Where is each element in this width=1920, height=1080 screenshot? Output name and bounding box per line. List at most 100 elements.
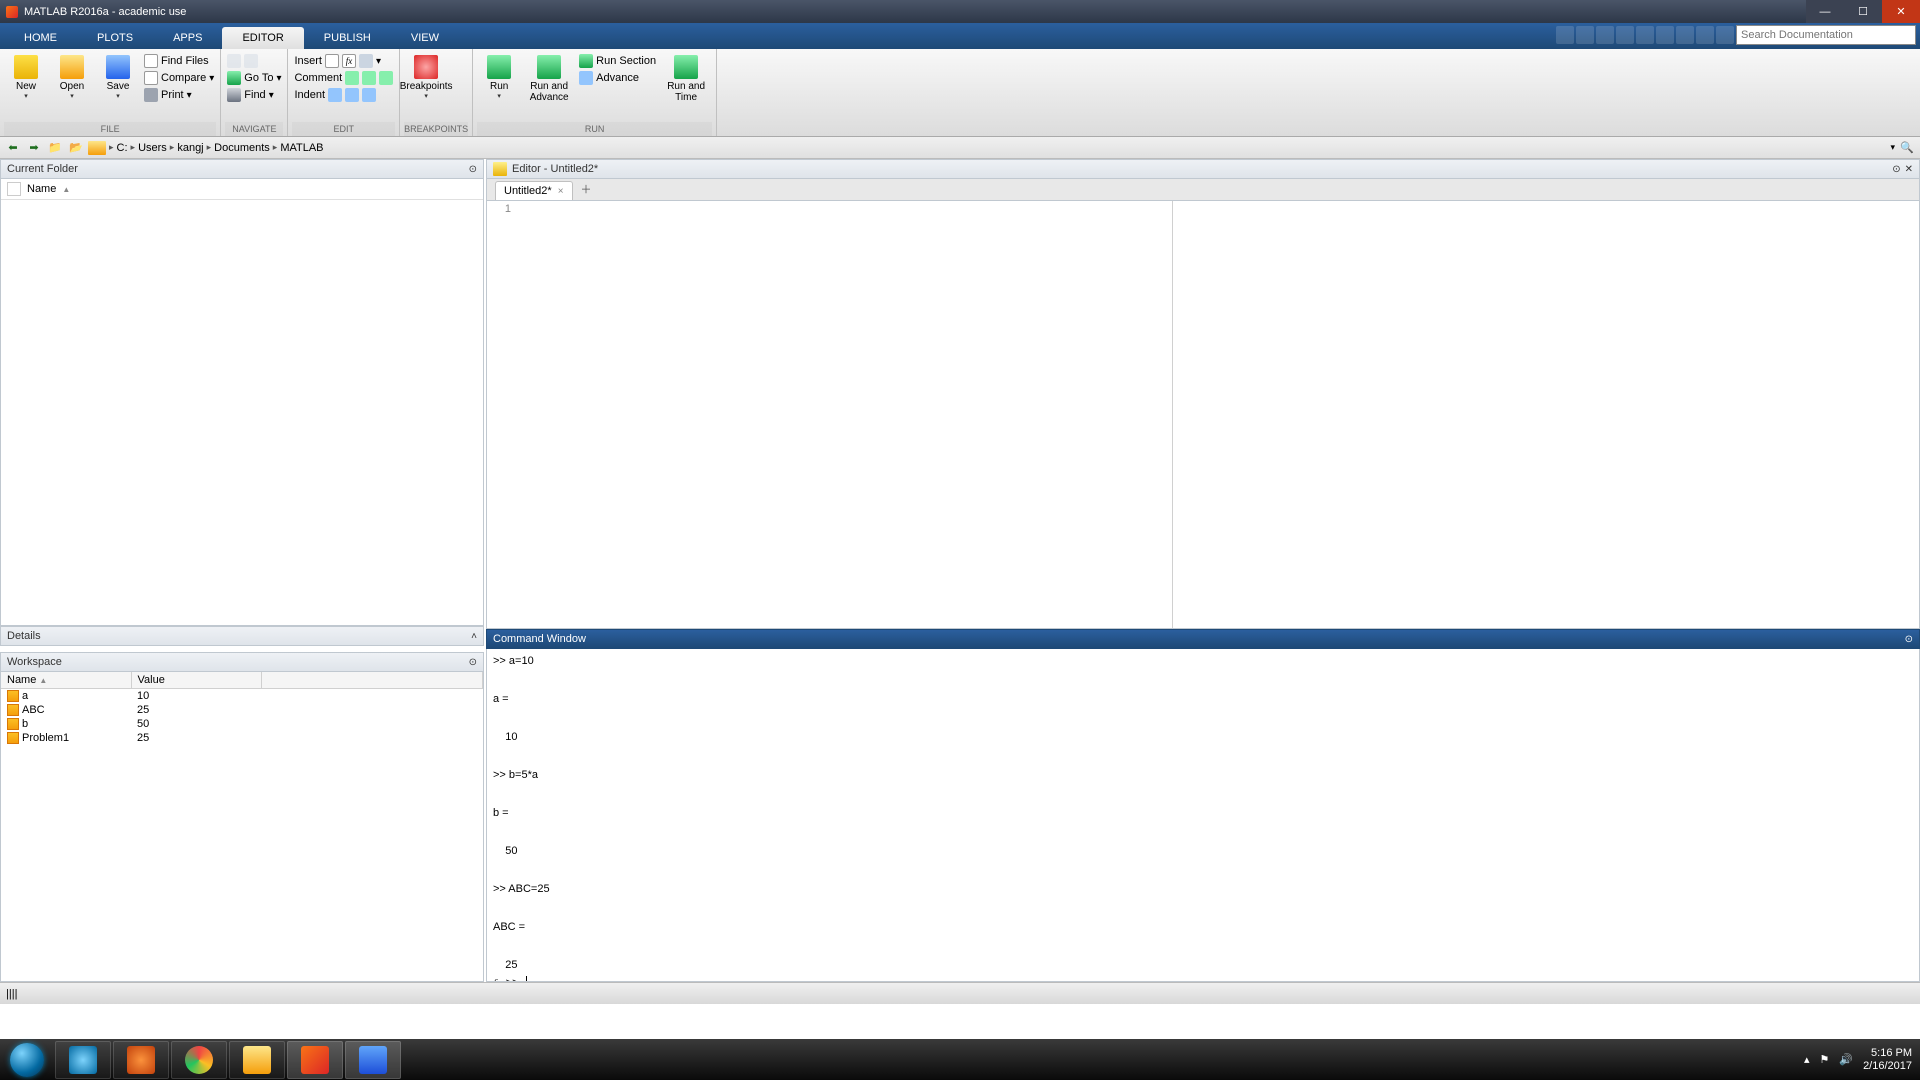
command-prompt: >> bbox=[506, 974, 522, 982]
run-section-button[interactable]: Run Section bbox=[577, 53, 658, 69]
quick-action-icon[interactable] bbox=[1636, 26, 1654, 44]
taskbar-ie[interactable] bbox=[55, 1041, 111, 1079]
nav-disabled-icon bbox=[225, 53, 283, 69]
editor-body[interactable]: 1 bbox=[486, 201, 1920, 629]
quick-action-icon[interactable] bbox=[1656, 26, 1674, 44]
group-run: Run ▾ Run and Advance Run Section Advanc… bbox=[473, 49, 717, 136]
taskbar-matlab[interactable] bbox=[287, 1041, 343, 1079]
quick-action-icon[interactable] bbox=[1616, 26, 1634, 44]
browse-button[interactable]: 📂 bbox=[67, 139, 85, 157]
current-folder-name-header[interactable]: Name ▲ bbox=[1, 179, 483, 200]
run-advance-button[interactable]: Run and Advance bbox=[523, 53, 575, 105]
maximize-button[interactable]: ☐ bbox=[1844, 0, 1882, 23]
path-segment[interactable]: Users bbox=[138, 142, 167, 154]
add-tab-button[interactable]: ＋ bbox=[573, 178, 600, 200]
path-segment[interactable]: MATLAB bbox=[280, 142, 323, 154]
quick-action-icon[interactable] bbox=[1556, 26, 1574, 44]
tab-editor[interactable]: EDITOR bbox=[222, 27, 303, 49]
workspace-row[interactable]: b50 bbox=[1, 717, 483, 731]
workspace-col-value[interactable]: Value bbox=[131, 672, 261, 689]
explorer-icon bbox=[243, 1046, 271, 1074]
search-path-icon[interactable]: 🔍 bbox=[1898, 139, 1916, 157]
close-tab-icon[interactable]: × bbox=[558, 186, 564, 197]
panel-menu-icon[interactable]: ⊙ bbox=[1905, 634, 1913, 645]
workspace-body[interactable]: Name ▲ Value a10ABC25b50Problem125 bbox=[0, 672, 484, 982]
comment-row[interactable]: Comment bbox=[292, 70, 395, 86]
panel-menu-icon[interactable]: ⊙ bbox=[469, 164, 477, 175]
compare-button[interactable]: Compare ▾ bbox=[142, 70, 216, 86]
path-segment[interactable]: C: bbox=[117, 142, 128, 154]
print-button[interactable]: Print ▾ bbox=[142, 87, 216, 103]
group-edit: Insert fx ▾ Comment Indent EDIT bbox=[288, 49, 400, 136]
back-button[interactable]: ⬅ bbox=[4, 139, 22, 157]
panel-menu-icon[interactable]: ⊙ bbox=[469, 657, 477, 668]
tab-home[interactable]: HOME bbox=[4, 27, 77, 49]
insert-row[interactable]: Insert fx ▾ bbox=[292, 53, 395, 69]
expand-icon[interactable]: ˄ bbox=[471, 631, 477, 642]
workspace-header[interactable]: Workspace ⊙ bbox=[0, 652, 484, 672]
tab-view[interactable]: VIEW bbox=[391, 27, 459, 49]
close-button[interactable]: ✕ bbox=[1882, 0, 1920, 23]
tab-apps[interactable]: APPS bbox=[153, 27, 222, 49]
word-icon bbox=[359, 1046, 387, 1074]
taskbar-word[interactable] bbox=[345, 1041, 401, 1079]
editor-header[interactable]: Editor - Untitled2* ⊙✕ bbox=[486, 159, 1920, 179]
code-area[interactable] bbox=[517, 201, 1919, 628]
advance-button[interactable]: Advance bbox=[577, 70, 658, 86]
quick-action-icon[interactable] bbox=[1576, 26, 1594, 44]
start-button[interactable] bbox=[0, 1039, 54, 1080]
panel-close-icon[interactable]: ✕ bbox=[1905, 164, 1913, 175]
window-title: MATLAB R2016a - academic use bbox=[24, 6, 186, 18]
tray-clock[interactable]: 5:16 PM 2/16/2017 bbox=[1863, 1047, 1912, 1073]
help-icon[interactable] bbox=[1716, 26, 1734, 44]
tab-publish[interactable]: PUBLISH bbox=[304, 27, 391, 49]
workspace-col-name[interactable]: Name ▲ bbox=[1, 672, 131, 689]
new-button[interactable]: New ▾ bbox=[4, 53, 48, 102]
breakpoints-button[interactable]: Breakpoints ▾ bbox=[404, 53, 448, 102]
details-header[interactable]: Details ˄ bbox=[0, 626, 484, 646]
firefox-icon bbox=[127, 1046, 155, 1074]
editor-tabstrip: Untitled2* × ＋ bbox=[486, 179, 1920, 201]
run-button[interactable]: Run ▾ bbox=[477, 53, 521, 102]
minimize-button[interactable]: — bbox=[1806, 0, 1844, 23]
quick-action-icon[interactable] bbox=[1696, 26, 1714, 44]
path-segment[interactable]: Documents bbox=[214, 142, 270, 154]
workspace-row[interactable]: Problem125 bbox=[1, 731, 483, 745]
panel-menu-icon[interactable]: ⊙ bbox=[1892, 164, 1900, 175]
workspace-row[interactable]: ABC25 bbox=[1, 703, 483, 717]
command-window-header[interactable]: Command Window ⊙ bbox=[486, 629, 1920, 649]
workspace-row[interactable]: a10 bbox=[1, 689, 483, 704]
system-tray: ▴ ⚑ 🔊 5:16 PM 2/16/2017 bbox=[1804, 1047, 1912, 1073]
find-files-button[interactable]: Find Files bbox=[142, 53, 216, 69]
find-button[interactable]: Find ▾ bbox=[225, 87, 283, 103]
run-time-button[interactable]: Run and Time bbox=[660, 53, 712, 105]
goto-button[interactable]: Go To ▾ bbox=[225, 70, 283, 86]
taskbar-firefox[interactable] bbox=[113, 1041, 169, 1079]
tab-plots[interactable]: PLOTS bbox=[77, 27, 153, 49]
tray-up-icon[interactable]: ▴ bbox=[1804, 1053, 1810, 1066]
open-button[interactable]: Open ▾ bbox=[50, 53, 94, 102]
tray-action-center-icon[interactable]: ⚑ bbox=[1819, 1053, 1829, 1066]
taskbar-chrome[interactable] bbox=[171, 1041, 227, 1079]
search-documentation-input[interactable] bbox=[1736, 25, 1916, 45]
quick-action-icon[interactable] bbox=[1596, 26, 1614, 44]
indent-icon bbox=[328, 88, 342, 102]
editor-file-tab[interactable]: Untitled2* × bbox=[495, 181, 573, 200]
command-window-body[interactable]: >> a=10 a = 10 >> b=5*a b = 50 >> ABC=25… bbox=[486, 649, 1920, 982]
tray-volume-icon[interactable]: 🔊 bbox=[1839, 1053, 1853, 1066]
indent-row[interactable]: Indent bbox=[292, 87, 395, 103]
quick-action-icon[interactable] bbox=[1676, 26, 1694, 44]
goto-arrow-icon bbox=[227, 71, 241, 85]
fx-prompt-icon[interactable]: fx bbox=[493, 974, 502, 982]
forward-button[interactable]: ➡ bbox=[25, 139, 43, 157]
editor-icon bbox=[493, 162, 507, 176]
variable-icon bbox=[7, 704, 19, 716]
windows-orb-icon bbox=[10, 1043, 44, 1077]
current-folder-header[interactable]: Current Folder ⊙ bbox=[0, 159, 484, 179]
path-dropdown-icon[interactable]: ▾ bbox=[1890, 142, 1895, 153]
current-folder-body[interactable]: Name ▲ bbox=[0, 179, 484, 626]
taskbar-explorer[interactable] bbox=[229, 1041, 285, 1079]
up-folder-button[interactable]: 📁 bbox=[46, 139, 64, 157]
path-segment[interactable]: kangj bbox=[177, 142, 203, 154]
save-button[interactable]: Save ▾ bbox=[96, 53, 140, 102]
